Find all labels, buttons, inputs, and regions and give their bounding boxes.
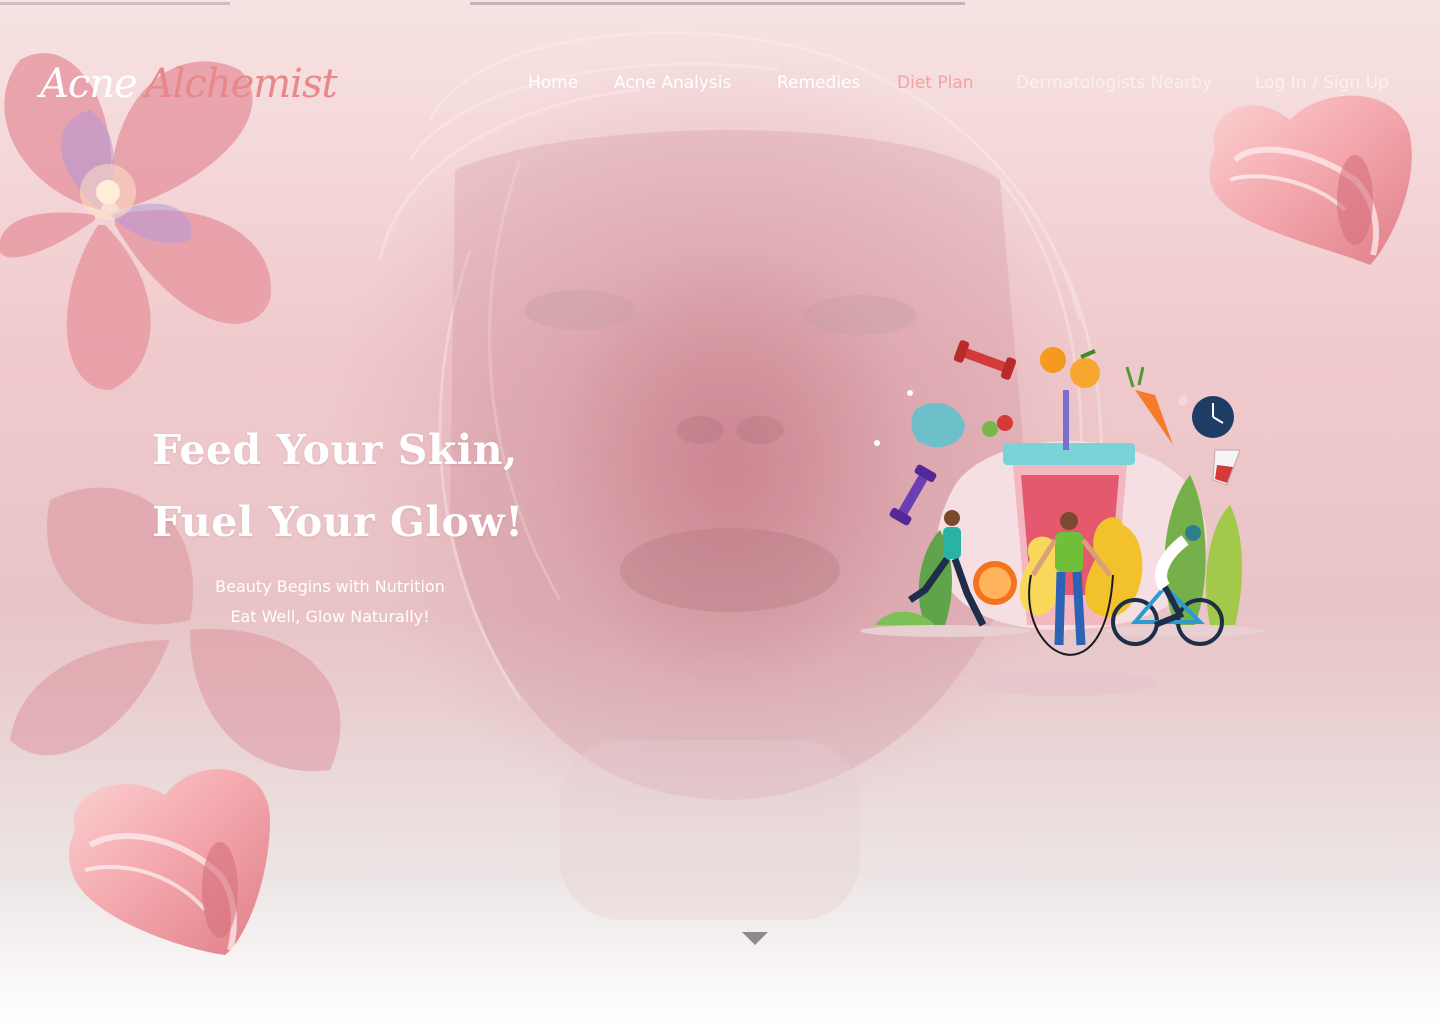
heart-decoration [1209, 95, 1412, 265]
headline-line-1: Feed Your Skin, [152, 426, 518, 474]
nav-acne-analysis[interactable]: Acne Analysis [614, 70, 731, 96]
hero-subtitle: Beauty Begins with Nutrition Eat Well, G… [180, 572, 480, 632]
subtitle-line-2: Eat Well, Glow Naturally! [230, 607, 430, 626]
hero-section: Acne Alchemist Home Acne Analysis Remedie… [0, 0, 1440, 1024]
nav-home[interactable]: Home [528, 70, 578, 96]
nav-remedies[interactable]: Remedies [777, 70, 860, 96]
hero-headline: Feed Your Skin, Fuel Your Glow! [152, 414, 524, 558]
heart-decoration [69, 769, 270, 955]
healthy-lifestyle-illustration [860, 340, 1265, 696]
nav-login-signup[interactable]: Log In / Sign Up [1255, 70, 1389, 96]
chevron-down-icon[interactable] [742, 932, 768, 945]
nav-dermatologists-nearby[interactable]: Dermatologists Nearby [1016, 70, 1212, 96]
main-nav: Home Acne Analysis Remedies Diet Plan De… [0, 70, 1440, 98]
subtitle-line-1: Beauty Begins with Nutrition [215, 577, 445, 596]
nav-diet-plan[interactable]: Diet Plan [897, 70, 974, 96]
headline-line-2: Fuel Your Glow! [152, 498, 524, 546]
